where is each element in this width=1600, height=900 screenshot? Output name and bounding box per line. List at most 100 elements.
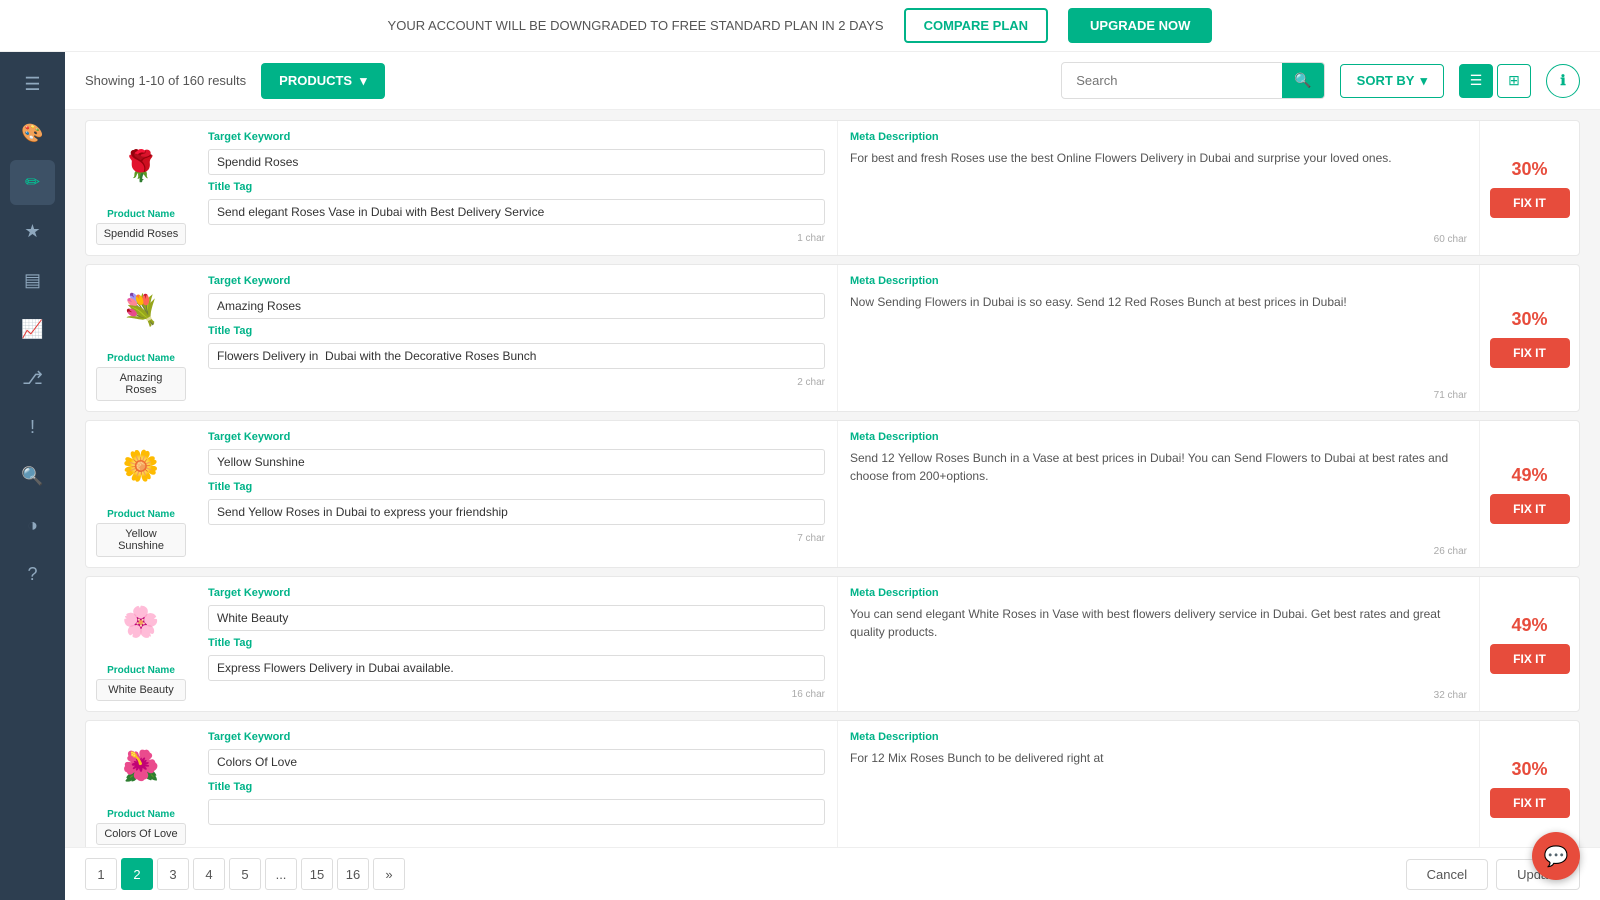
meta-description-label: Meta Description [850,587,1467,599]
search-input[interactable] [1062,65,1282,96]
page-btn-16[interactable]: 16 [337,858,369,890]
product-meta-section: Meta Description Now Sending Flowers in … [837,265,1479,411]
search-button[interactable]: 🔍 [1282,63,1323,98]
sidebar: ☰🎨✏★▤📈⎇!🔍◑? [0,52,65,900]
product-seo-section: Target Keyword Title Tag 7 char [196,421,837,567]
sidebar-icon-hierarchy[interactable]: ⎇ [10,356,55,401]
page-btn-15[interactable]: 15 [301,858,333,890]
product-image-section: 💐 Product Name Amazing Roses [86,265,196,411]
products-dropdown-button[interactable]: PRODUCTS ▾ [261,63,384,99]
table-row: 💐 Product Name Amazing Roses Target Keyw… [85,264,1580,412]
product-image-section: 🌺 Product Name Colors Of Love [86,721,196,847]
pagination-bar: 12345...1516» Cancel Update [65,847,1600,900]
title-tag-input[interactable] [208,655,825,681]
fix-it-button[interactable]: FIX IT [1490,338,1570,368]
sidebar-icon-pie-chart[interactable]: ◑ [10,503,55,548]
list-view-button[interactable]: ☰ [1459,64,1493,98]
table-row: 🌺 Product Name Colors Of Love Target Key… [85,720,1580,847]
product-list: 🌹 Product Name Spendid Roses Target Keyw… [65,110,1600,847]
product-image: 🌹 [106,131,176,201]
score-section: 30% FIX IT [1479,721,1579,847]
table-row: 🌸 Product Name White Beauty Target Keywo… [85,576,1580,712]
target-keyword-label: Target Keyword [208,731,825,743]
fix-it-button[interactable]: FIX IT [1490,644,1570,674]
sidebar-icon-trending[interactable]: 📈 [10,307,55,352]
cancel-button[interactable]: Cancel [1406,859,1488,890]
sort-arrow-icon: ▾ [1420,73,1427,89]
page-btn-5[interactable]: 5 [229,858,261,890]
meta-char-count: 32 char [850,690,1467,701]
meta-description-text: You can send elegant White Roses in Vase… [850,605,1467,684]
target-keyword-label: Target Keyword [208,275,825,287]
dropdown-arrow-icon: ▾ [360,73,367,89]
view-toggle: ☰ ⊞ [1459,64,1531,98]
page-btn-4[interactable]: 4 [193,858,225,890]
title-char-count: 2 char [208,377,825,388]
target-keyword-label: Target Keyword [208,587,825,599]
product-seo-section: Target Keyword Title Tag 2 char [196,265,837,411]
score-value: 30% [1511,759,1547,780]
title-tag-input[interactable] [208,499,825,525]
target-keyword-input[interactable] [208,293,825,319]
title-tag-label: Title Tag [208,637,825,649]
target-keyword-input[interactable] [208,149,825,175]
fix-it-button[interactable]: FIX IT [1490,494,1570,524]
product-seo-section: Target Keyword Title Tag 1 char [196,121,837,255]
sidebar-icon-chart-bar[interactable]: ▤ [10,258,55,303]
results-count: Showing 1-10 of 160 results [85,73,246,88]
info-button[interactable]: ℹ [1546,64,1580,98]
content-area: Showing 1-10 of 160 results PRODUCTS ▾ 🔍… [65,52,1600,900]
title-tag-input[interactable] [208,343,825,369]
score-value: 30% [1511,309,1547,330]
chat-bubble[interactable]: 💬 [1532,832,1580,880]
product-image-section: 🌼 Product Name Yellow Sunshine [86,421,196,567]
toolbar: Showing 1-10 of 160 results PRODUCTS ▾ 🔍… [65,52,1600,110]
sidebar-icon-alert[interactable]: ! [10,405,55,450]
product-name-value: Colors Of Love [96,823,186,845]
score-section: 49% FIX IT [1479,577,1579,711]
table-row: 🌹 Product Name Spendid Roses Target Keyw… [85,120,1580,256]
score-value: 30% [1511,159,1547,180]
fix-it-button[interactable]: FIX IT [1490,188,1570,218]
title-tag-input[interactable] [208,199,825,225]
target-keyword-label: Target Keyword [208,131,825,143]
sidebar-icon-star[interactable]: ★ [10,209,55,254]
upgrade-now-button[interactable]: UPGRADE NOW [1068,8,1212,43]
page-btn-1[interactable]: 1 [85,858,117,890]
page-btn-2[interactable]: 2 [121,858,153,890]
sidebar-icon-palette[interactable]: 🎨 [10,111,55,156]
meta-char-count: 26 char [850,546,1467,557]
product-image-section: 🌹 Product Name Spendid Roses [86,121,196,255]
compare-plan-button[interactable]: COMPARE PLAN [904,8,1048,43]
product-name-value: Amazing Roses [96,367,186,401]
page-btn-3[interactable]: 3 [157,858,189,890]
sidebar-icon-search[interactable]: 🔍 [10,454,55,499]
title-tag-input[interactable] [208,799,825,825]
meta-description-label: Meta Description [850,731,1467,743]
product-meta-section: Meta Description For 12 Mix Roses Bunch … [837,721,1479,847]
target-keyword-input[interactable] [208,605,825,631]
fix-it-button[interactable]: FIX IT [1490,788,1570,818]
product-image-section: 🌸 Product Name White Beauty [86,577,196,711]
meta-description-label: Meta Description [850,275,1467,287]
sidebar-icon-menu[interactable]: ☰ [10,62,55,107]
sidebar-icon-edit[interactable]: ✏ [10,160,55,205]
meta-description-text: For best and fresh Roses use the best On… [850,149,1467,228]
product-name-label: Product Name [107,353,175,364]
target-keyword-input[interactable] [208,449,825,475]
product-meta-section: Meta Description Send 12 Yellow Roses Bu… [837,421,1479,567]
title-tag-label: Title Tag [208,325,825,337]
sort-by-button[interactable]: SORT BY ▾ [1340,64,1444,98]
product-name-label: Product Name [107,809,175,820]
target-keyword-input[interactable] [208,749,825,775]
title-char-count: 16 char [208,689,825,700]
page-btn-...[interactable]: ... [265,858,297,890]
product-image: 🌺 [106,731,176,801]
product-image: 🌼 [106,431,176,501]
page-btn-»[interactable]: » [373,858,405,890]
product-meta-section: Meta Description For best and fresh Rose… [837,121,1479,255]
top-banner: YOUR ACCOUNT WILL BE DOWNGRADED TO FREE … [0,0,1600,52]
grid-view-button[interactable]: ⊞ [1497,64,1531,98]
sidebar-icon-help[interactable]: ? [10,552,55,597]
score-value: 49% [1511,465,1547,486]
